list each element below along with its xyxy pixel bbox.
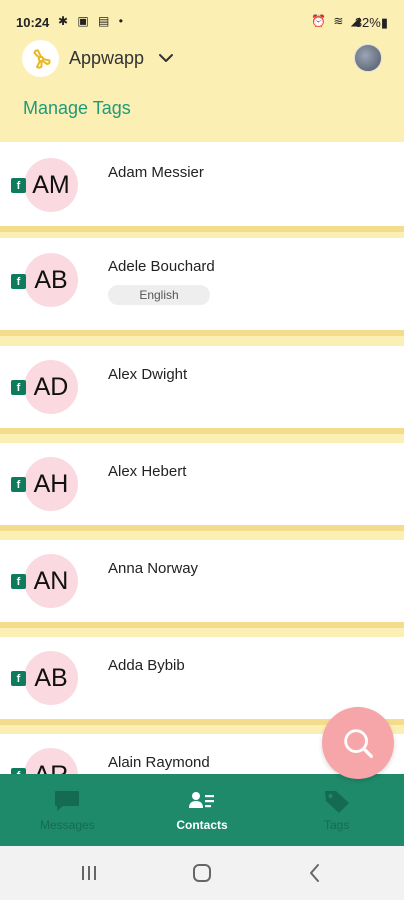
manage-tags-link[interactable]: Manage Tags [23,98,131,119]
contact-initials-avatar: AM [24,158,78,212]
contact-row[interactable]: AH f Alex Hebert [0,443,404,531]
user-avatar[interactable] [354,44,382,72]
tag-icon [324,791,349,813]
app-header: Appwapp Manage Tags [0,40,404,140]
chevron-down-icon[interactable] [158,52,174,64]
contact-name: Adam Messier [108,164,204,181]
contact-row[interactable]: AB f Adele Bouchard English [0,238,404,336]
contact-initials-avatar: AR [24,748,78,774]
app-logo-icon[interactable] [22,40,59,77]
notification-icons: ✱ ▣ ▤ • [58,14,126,28]
contact-list[interactable]: AM f Adam Messier AB f Adele Bouchard En… [0,140,404,774]
status-time: 10:24 [16,15,50,30]
contact-name: Alex Hebert [108,463,187,480]
contact-initials-avatar: AH [24,457,78,511]
nav-messages-tab[interactable]: Messages [0,774,135,846]
contact-name: Anna Norway [108,560,199,577]
contact-name: Adda Bybib [108,657,185,674]
search-icon [344,729,373,758]
battery-indicator: 32%▮ [354,15,388,30]
contact-name: Alain Raymond [108,754,210,771]
facebook-icon: f [11,671,26,686]
home-icon[interactable] [190,861,214,885]
contact-initials-avatar: AB [24,651,78,705]
contact-initials-avatar: AD [24,360,78,414]
propeller-icon [33,48,51,69]
contact-row[interactable]: AM f Adam Messier [0,142,404,232]
system-navigation-bar [0,846,404,900]
back-icon[interactable] [303,861,327,885]
search-fab-button[interactable] [322,707,394,779]
facebook-icon: f [11,574,26,589]
status-bar: 10:24 ✱ ▣ ▤ • ⏰ ≋ ◢ 32%▮ [0,0,404,40]
nav-contacts-label: Contacts [176,818,228,832]
facebook-icon: f [11,477,26,492]
nav-tags-label: Tags [324,818,350,832]
facebook-icon: f [11,380,26,395]
contact-name: Adele Bouchard [108,258,215,275]
chat-bubble-icon [55,791,80,811]
contact-name: Alex Dwight [108,366,188,383]
facebook-icon: f [11,274,26,289]
nav-contacts-tab[interactable]: Contacts [135,774,270,846]
facebook-icon: f [11,768,26,774]
contact-row[interactable]: AN f Anna Norway [0,540,404,628]
contacts-icon [189,792,214,808]
contact-tag-chip: English [108,285,210,305]
contact-row[interactable]: AD f Alex Dwight [0,346,404,434]
recent-apps-icon[interactable] [77,861,101,885]
contact-initials-avatar: AB [24,253,78,307]
nav-messages-label: Messages [39,818,95,832]
facebook-icon: f [11,178,26,193]
nav-tags-tab[interactable]: Tags [269,774,404,846]
contact-initials-avatar: AN [24,554,78,608]
app-name[interactable]: Appwapp [69,48,144,69]
bottom-navigation: Messages Contacts Tags [0,774,404,846]
